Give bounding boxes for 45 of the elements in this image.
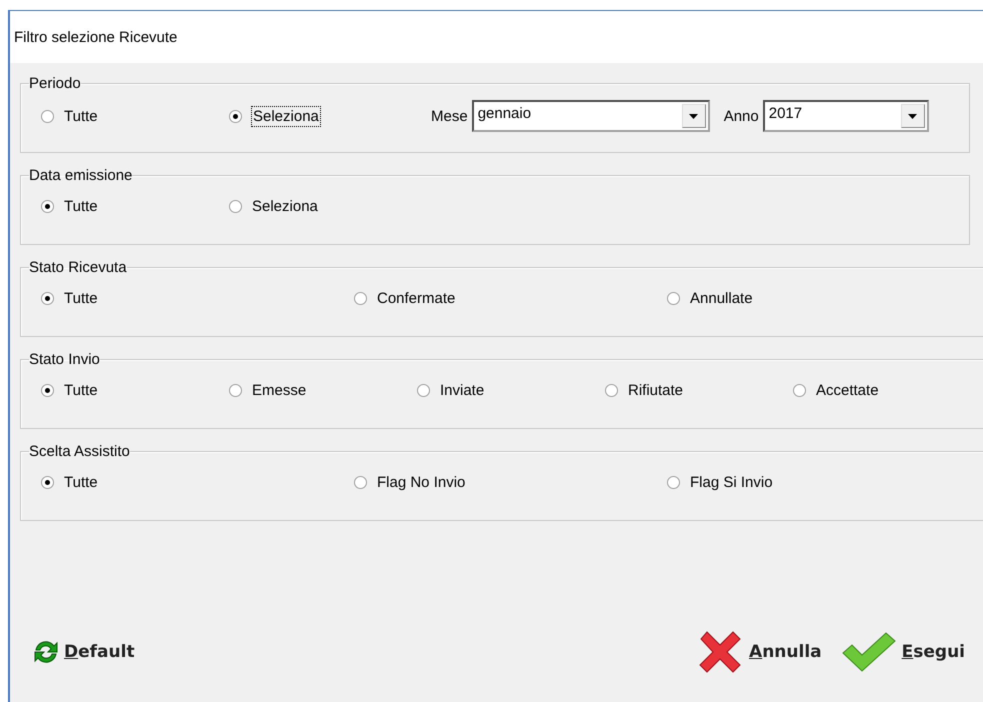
radio-label[interactable]: Tutte: [64, 198, 98, 214]
dropdown[interactable]: gennaio: [472, 100, 710, 132]
radio-label[interactable]: Tutte: [64, 474, 98, 490]
radio-button[interactable]: [667, 476, 680, 488]
radio-label[interactable]: Confermate: [377, 290, 456, 306]
radio-button[interactable]: [354, 476, 367, 488]
radio-button[interactable]: [417, 384, 430, 396]
radio-label[interactable]: Flag Si Invio: [690, 474, 773, 490]
radio-button[interactable]: [229, 200, 242, 212]
cancel-button[interactable]: Annulla: [695, 627, 822, 677]
group-title: Stato Invio: [29, 351, 100, 368]
radio-label[interactable]: Tutte: [64, 108, 98, 124]
group-title: Periodo: [29, 75, 81, 92]
caret-icon: [908, 114, 918, 118]
group-title: Stato Ricevuta: [29, 259, 127, 276]
radio-label[interactable]: Seleziona: [252, 198, 318, 214]
radio-label[interactable]: Seleziona: [252, 106, 320, 126]
dropdown[interactable]: 2017: [762, 100, 929, 132]
radio-label[interactable]: Tutte: [64, 290, 98, 306]
field-label: Mese: [431, 108, 468, 124]
radio-button[interactable]: [354, 292, 367, 304]
window-title: Filtro selezione Ricevute: [14, 28, 178, 46]
radio-label[interactable]: Flag No Invio: [377, 474, 466, 490]
radio-label[interactable]: Rifiutate: [628, 382, 684, 398]
radio-label[interactable]: Accettate: [816, 382, 879, 398]
group-title: Data emissione: [29, 167, 132, 184]
default-button[interactable]: Default: [32, 638, 135, 666]
radio-button[interactable]: [229, 384, 242, 396]
radio-button[interactable]: [41, 200, 54, 212]
radio-button[interactable]: [41, 292, 54, 304]
ok-button[interactable]: Esegui: [840, 629, 965, 675]
radio-button[interactable]: [793, 384, 806, 396]
radio-label[interactable]: Emesse: [252, 382, 306, 398]
radio-button[interactable]: [41, 384, 54, 396]
field-label: Anno: [724, 108, 759, 124]
radio-button[interactable]: [41, 110, 54, 122]
radio-label[interactable]: Inviate: [440, 382, 484, 398]
radio-button[interactable]: [667, 292, 680, 304]
caret-icon: [689, 114, 698, 118]
group-title: Scelta Assistito: [29, 443, 130, 460]
radio-label[interactable]: Tutte: [64, 382, 98, 398]
radio-label[interactable]: Annullate: [690, 290, 753, 306]
radio-button[interactable]: [41, 476, 54, 488]
radio-button[interactable]: [605, 384, 618, 396]
radio-button[interactable]: [229, 110, 242, 122]
